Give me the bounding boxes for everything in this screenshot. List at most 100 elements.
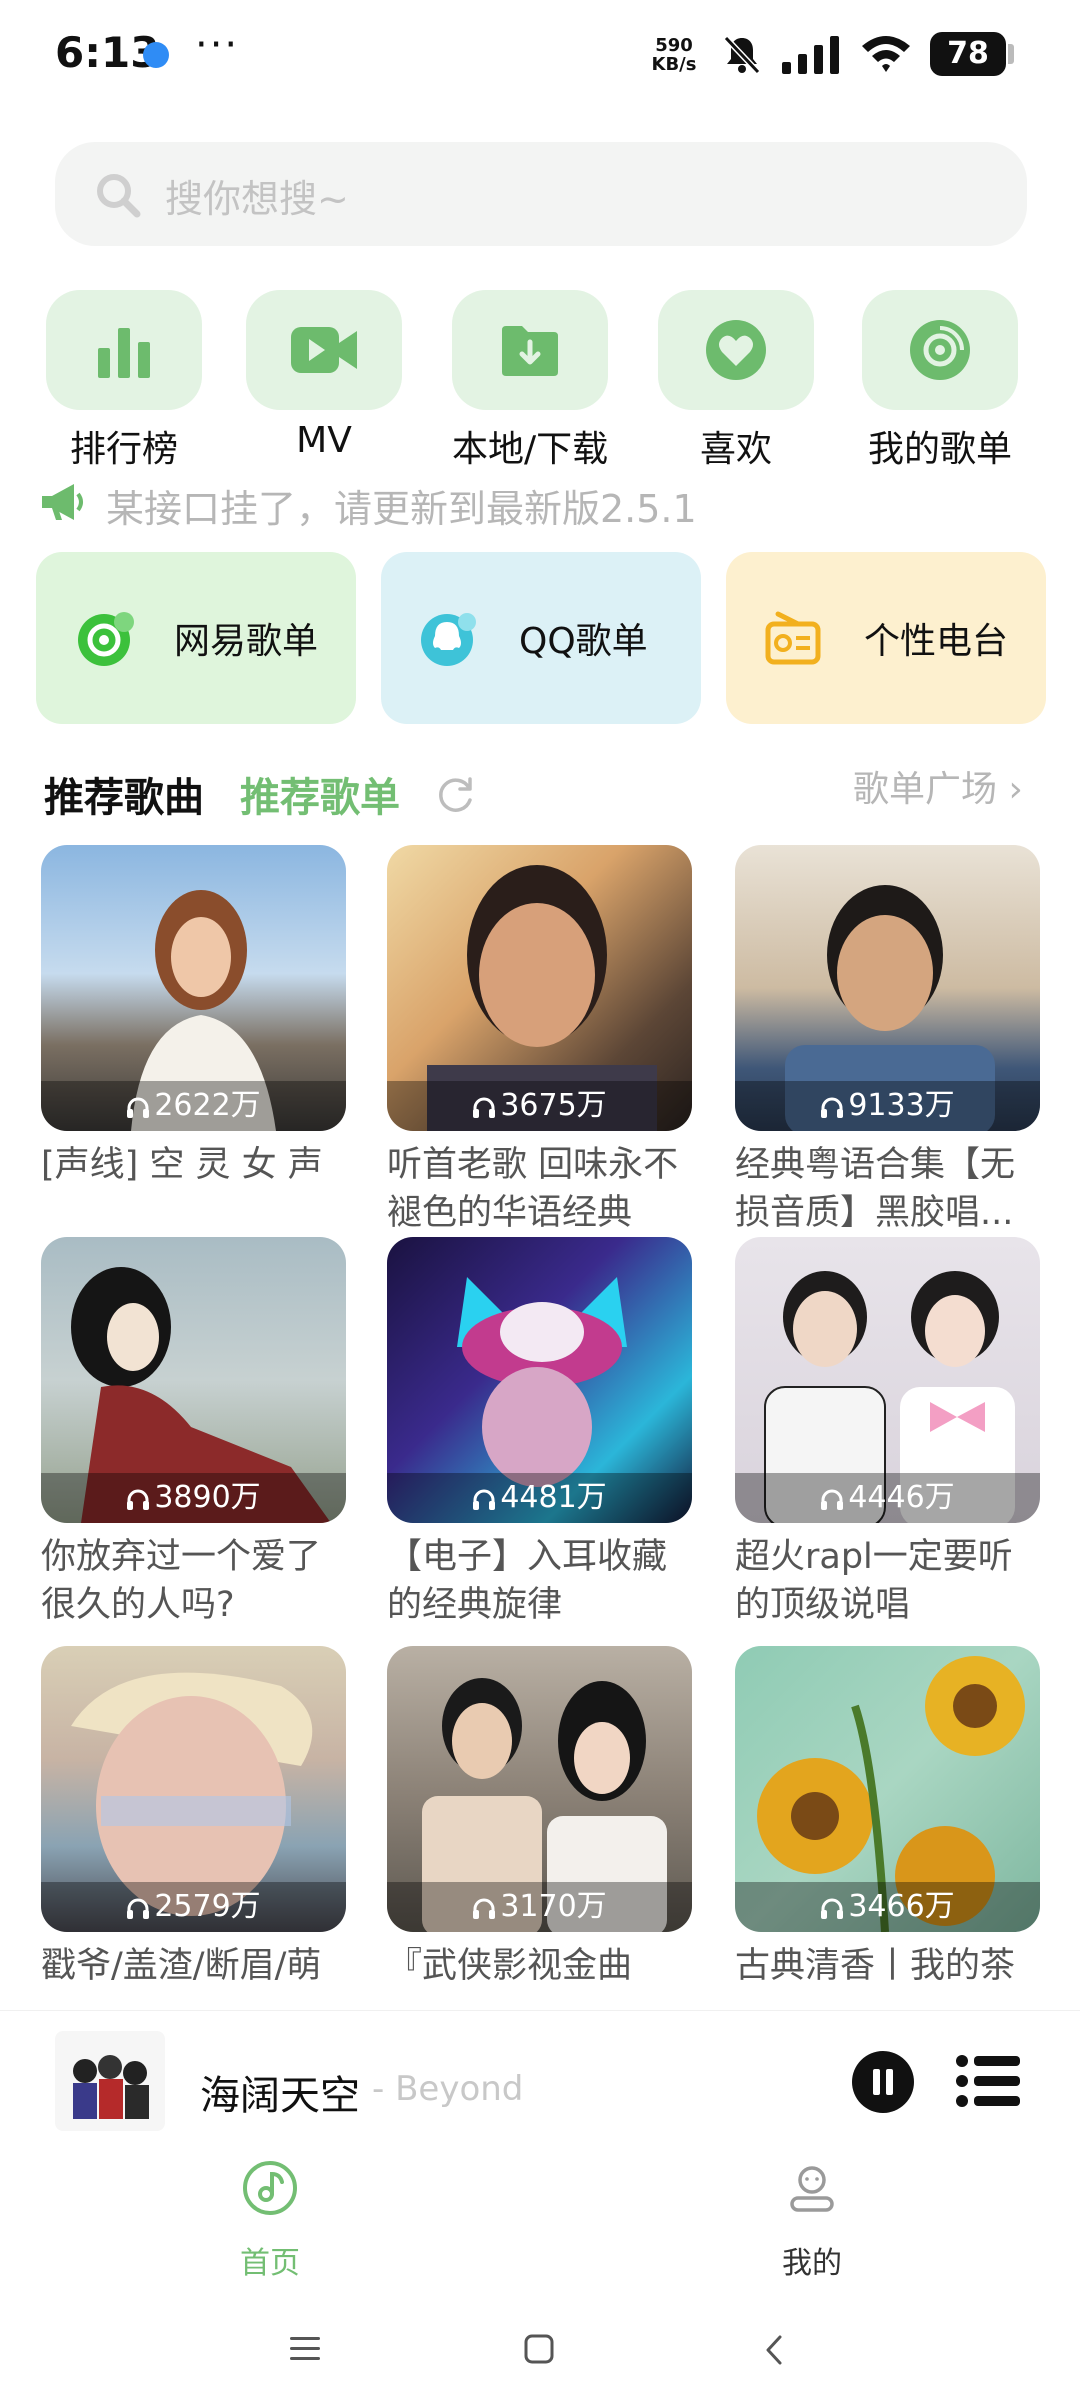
playlist-cover: 3170万 [387,1646,692,1932]
download-icon-box [452,290,608,410]
playlist-card[interactable]: 3170万 『武侠影视金曲 [387,1646,692,1990]
card-qq-label: QQ歌单 [519,621,648,662]
card-personal-radio[interactable]: 个性电台 [726,552,1046,724]
play-count-value: 9133万 [848,1088,955,1123]
mute-bell-icon [723,35,761,75]
play-count: 9133万 [735,1081,1040,1131]
nav-rankings-label: 排行榜 [69,429,178,470]
playlist-card[interactable]: 4481万 【电子】入耳收藏的经典旋律 [387,1237,692,1629]
play-count-value: 2622万 [154,1088,261,1123]
headphones-icon [473,1898,496,1919]
playlist-queue-icon[interactable] [956,2053,1020,2109]
card-qq-playlists[interactable]: QQ歌单 [381,552,701,724]
play-count-value: 3466万 [848,1889,955,1924]
playlist-title: 超火rapl一定要听的顶级说唱 [735,1537,1013,1625]
card-radio-label: 个性电台 [864,621,1009,662]
menu-icon[interactable] [290,2336,320,2362]
music-disc-icon [243,2161,297,2215]
search-bar[interactable]: 搜你想搜~ [55,142,1027,246]
playlist-title: 古典清香丨我的茶 [735,1946,1016,1986]
headphones-icon [821,1097,844,1118]
play-count: 2579万 [41,1882,346,1932]
favorites-icon-box [658,290,814,410]
more-dots: ··· [195,22,240,68]
tab-home-label: 首页 [240,2246,300,2281]
play-count: 2622万 [41,1081,346,1131]
playlist-title: 经典粤语合集【无损音质】黑胶唱... [735,1145,1016,1233]
playlist-card[interactable]: 2579万 戳爷/盖渣/断眉/萌 [41,1646,346,1990]
now-playing-cover[interactable] [55,2031,165,2131]
headphones-icon [821,1898,844,1919]
wifi-icon [862,36,910,72]
play-count-value: 2579万 [154,1889,261,1924]
play-count: 4446万 [735,1473,1040,1523]
play-count-value: 4446万 [848,1480,955,1515]
refresh-icon[interactable] [436,774,476,814]
playlist-square-link[interactable]: 歌单广场 › [853,760,1023,812]
playlist-title: 戳爷/盖渣/断眉/萌 [41,1946,322,1986]
nav-local-download[interactable]: 本地/下载 [452,290,608,470]
play-count-value: 4481万 [500,1480,607,1515]
play-count: 3170万 [387,1882,692,1932]
tab-mine-label: 我的 [782,2246,842,2281]
nav-favorites[interactable]: 喜欢 [658,290,814,470]
system-navigation-bar [0,2300,1080,2400]
playlist-card[interactable]: 9133万 经典粤语合集【无损音质】黑胶唱... [735,845,1040,1237]
now-playing-title: 海阔天空 [200,2073,360,2119]
play-count-value: 3675万 [500,1088,607,1123]
user-icon [790,2166,834,2212]
tab-home[interactable]: 首页 [170,2160,370,2282]
play-count: 3675万 [387,1081,692,1131]
back-icon[interactable] [764,2334,784,2366]
disc-icon [910,320,970,380]
headphones-icon [821,1489,844,1510]
playlist-title: 【电子】入耳收藏的经典旋律 [387,1537,668,1625]
tab-mine[interactable]: 我的 [712,2160,912,2282]
video-icon [291,327,357,373]
nav-rankings[interactable]: 排行榜 [46,290,202,470]
nav-my-playlists-label: 我的歌单 [867,429,1012,470]
playlist-card[interactable]: 3675万 听首老歌 回味永不褪色的华语经典 [387,845,692,1237]
card-netease-playlists[interactable]: 网易歌单 [36,552,356,724]
rankings-icon-box [46,290,202,410]
playlist-title: [声线] 空 灵 女 声 [41,1145,323,1185]
megaphone-icon [42,484,83,520]
pause-button[interactable] [852,2051,914,2113]
mini-player[interactable]: 海阔天空 - Beyond [0,2010,1080,2161]
playlist-cover: 2579万 [41,1646,346,1932]
headphones-icon [473,1097,496,1118]
pause-icon [873,2069,893,2095]
playlist-card[interactable]: 2622万 [声线] 空 灵 女 声 [41,845,346,1237]
signal-icon [782,36,839,74]
playlist-title: 『武侠影视金曲 [387,1946,633,1986]
home-square-icon[interactable] [524,2334,554,2364]
network-speed: 590 KB/s [646,36,702,74]
search-placeholder: 搜你想搜~ [165,177,349,221]
playlist-cover: 3675万 [387,845,692,1131]
playlist-title: 听首老歌 回味永不褪色的华语经典 [387,1145,679,1233]
playlist-card[interactable]: 4446万 超火rapl一定要听的顶级说唱 [735,1237,1040,1629]
play-count: 4481万 [387,1473,692,1523]
now-playing-artist: - Beyond [372,2069,524,2109]
network-speed-unit: KB/s [651,54,697,75]
tab-recommended-songs[interactable]: 推荐歌曲 [44,765,204,823]
nav-mv[interactable]: MV [246,290,402,470]
heart-icon [706,320,766,380]
qq-icon [421,613,476,666]
playlist-card[interactable]: 3890万 你放弃过一个爱了很久的人吗? [41,1237,346,1629]
my-playlists-icon-box [862,290,1018,410]
card-netease-label: 网易歌单 [174,621,319,662]
nav-local-download-label: 本地/下载 [452,429,609,470]
mv-icon-box [246,290,402,410]
nav-my-playlists[interactable]: 我的歌单 [862,290,1018,470]
playlist-card[interactable]: 3466万 古典清香丨我的茶 [735,1646,1040,1990]
netease-icon [78,612,134,666]
playlist-cover: 3890万 [41,1237,346,1523]
playlist-cover: 4446万 [735,1237,1040,1523]
status-bar: 6:13 ··· 590 KB/s 78 [0,0,1080,110]
nav-favorites-label: 喜欢 [699,429,772,470]
tab-recommended-playlists[interactable]: 推荐歌单 [240,765,400,823]
download-folder-icon [502,326,558,376]
playlist-cover: 3466万 [735,1646,1040,1932]
bar-chart-icon [98,328,150,378]
